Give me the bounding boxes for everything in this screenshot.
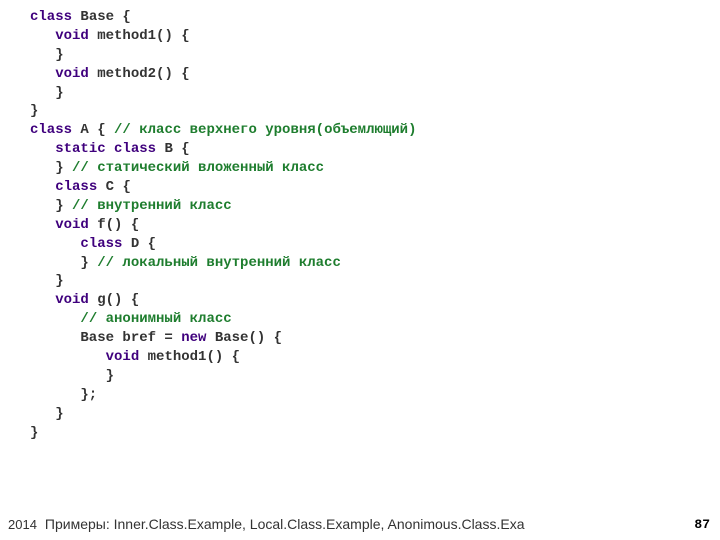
code-token	[30, 236, 80, 252]
code-line: };	[30, 386, 720, 405]
code-token: g() {	[89, 292, 139, 308]
code-token: class	[30, 9, 72, 25]
code-token: }	[30, 198, 72, 214]
code-token	[30, 66, 55, 82]
code-token: method2() {	[89, 66, 190, 82]
code-token: class	[80, 236, 122, 252]
code-token: method1() {	[139, 349, 240, 365]
code-token: }	[30, 273, 64, 289]
code-line: void f() {	[30, 216, 720, 235]
code-token: class	[30, 122, 72, 138]
code-token: }	[30, 103, 38, 119]
code-token: // класс верхнего уровня(объемлющий)	[114, 122, 416, 138]
code-block: class Base { void method1() { } void met…	[0, 0, 720, 442]
code-token: Base() {	[206, 330, 282, 346]
code-line: void method1() {	[30, 348, 720, 367]
code-token: void	[106, 349, 140, 365]
code-token	[30, 311, 80, 327]
slide-footer: 2014 Примеры: Inner.Class.Example, Local…	[0, 516, 720, 532]
code-token: method1() {	[89, 28, 190, 44]
code-token: // статический вложенный класс	[72, 160, 324, 176]
code-line: }	[30, 367, 720, 386]
code-line: static class B {	[30, 140, 720, 159]
code-token	[30, 141, 55, 157]
code-line: }	[30, 424, 720, 443]
code-line: class A { // класс верхнего уровня(объем…	[30, 121, 720, 140]
code-line: } // статический вложенный класс	[30, 159, 720, 178]
code-line: }	[30, 272, 720, 291]
code-token: };	[30, 387, 97, 403]
code-line: void method2() {	[30, 65, 720, 84]
code-line: }	[30, 405, 720, 424]
code-token: A {	[72, 122, 114, 138]
code-token: }	[30, 425, 38, 441]
footer-note: Примеры: Inner.Class.Example, Local.Clas…	[37, 516, 712, 532]
code-line: class Base {	[30, 8, 720, 27]
code-line: void method1() {	[30, 27, 720, 46]
code-token	[30, 179, 55, 195]
code-token: void	[55, 292, 89, 308]
code-token: C {	[97, 179, 131, 195]
code-token: }	[30, 160, 72, 176]
code-line: }	[30, 84, 720, 103]
code-token: }	[30, 406, 64, 422]
code-token	[30, 28, 55, 44]
code-token: f() {	[89, 217, 139, 233]
code-token: Base bref =	[30, 330, 181, 346]
code-token	[30, 217, 55, 233]
code-line: class D {	[30, 235, 720, 254]
code-line: }	[30, 102, 720, 121]
code-token: new	[181, 330, 206, 346]
code-token: // анонимный класс	[80, 311, 231, 327]
code-token: B {	[156, 141, 190, 157]
code-token: D {	[122, 236, 156, 252]
code-token: // внутренний класс	[72, 198, 232, 214]
footer-page-number: 87	[694, 517, 710, 532]
code-line: }	[30, 46, 720, 65]
code-line: Base bref = new Base() {	[30, 329, 720, 348]
code-token: Base {	[72, 9, 131, 25]
code-token: // локальный внутренний класс	[97, 255, 341, 271]
code-line: // анонимный класс	[30, 310, 720, 329]
code-line: class C {	[30, 178, 720, 197]
code-token: }	[30, 47, 64, 63]
code-token	[30, 349, 106, 365]
code-token: }	[30, 368, 114, 384]
code-token: }	[30, 255, 97, 271]
code-token: void	[55, 66, 89, 82]
code-line: } // локальный внутренний класс	[30, 254, 720, 273]
code-line: } // внутренний класс	[30, 197, 720, 216]
code-token: }	[30, 85, 64, 101]
code-token: void	[55, 217, 89, 233]
code-line: void g() {	[30, 291, 720, 310]
code-token: void	[55, 28, 89, 44]
code-token: static class	[55, 141, 156, 157]
code-token: class	[55, 179, 97, 195]
footer-year: 2014	[8, 517, 37, 532]
code-token	[30, 292, 55, 308]
